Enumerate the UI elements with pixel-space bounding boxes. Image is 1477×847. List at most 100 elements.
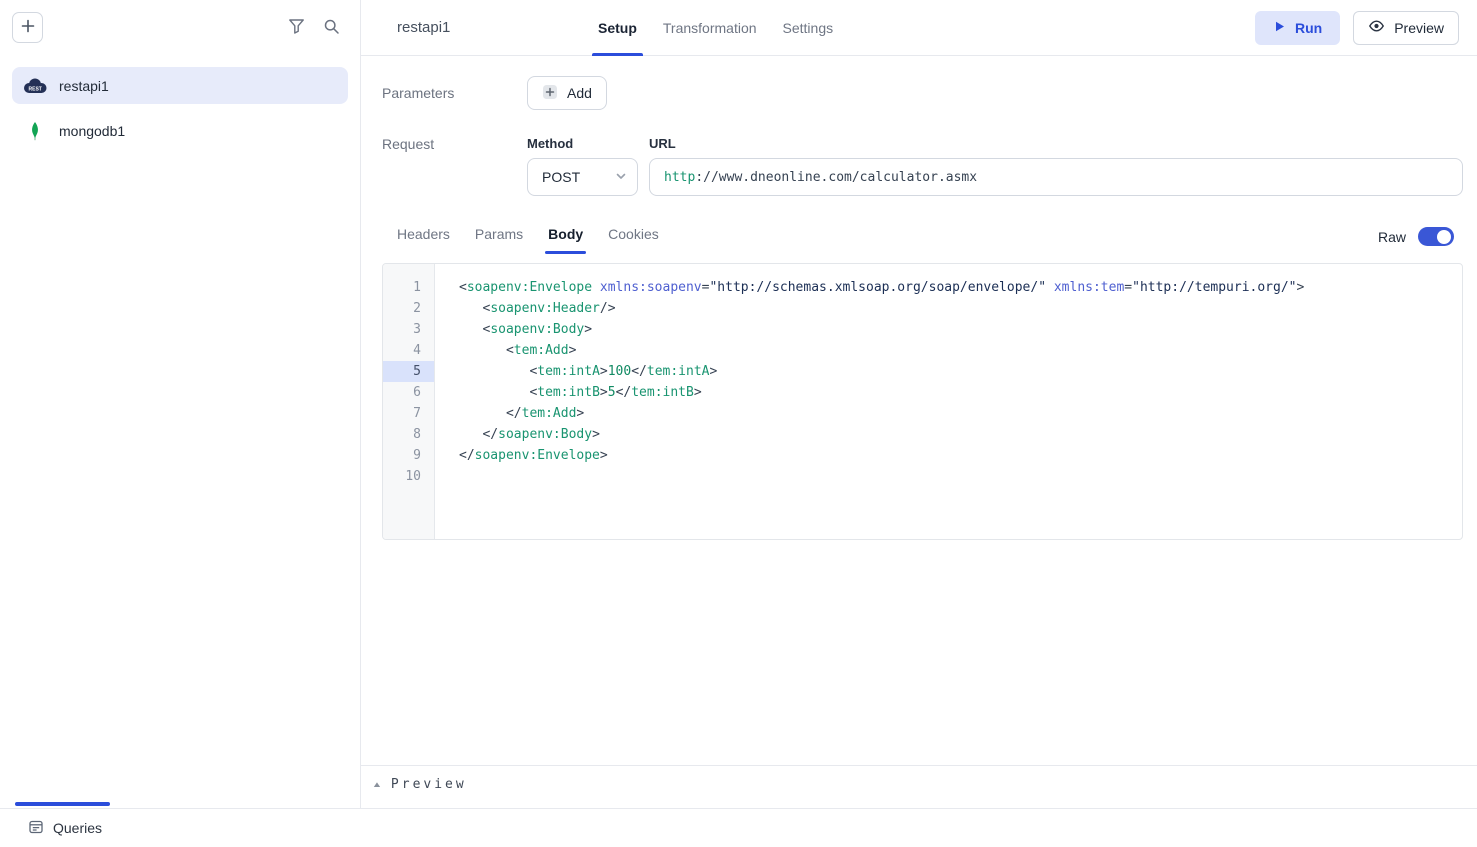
add-parameter-button[interactable]: Add xyxy=(527,76,607,110)
code-token: "http://tempuri.org/" xyxy=(1132,280,1296,295)
code-editor-gutter: 12345678910 xyxy=(383,264,435,539)
code-token: xmlns:tem xyxy=(1054,280,1124,295)
raw-toggle-group: Raw xyxy=(1378,227,1454,246)
request-label: Request xyxy=(382,136,527,152)
code-token: tem:Add xyxy=(522,406,577,421)
code-token: > xyxy=(600,448,608,463)
code-line[interactable]: </soapenv:Body> xyxy=(459,424,1462,445)
tab-headers[interactable]: Headers xyxy=(397,226,450,254)
code-token: tem:intA xyxy=(537,364,600,379)
request-fields: Method POST URL http://www.dneonline.com… xyxy=(527,136,1463,196)
code-token: "http://schemas.xmlsoap.org/soap/envelop… xyxy=(709,280,1046,295)
code-token: tem:Add xyxy=(514,343,569,358)
code-token: </ xyxy=(459,427,498,442)
method-value: POST xyxy=(542,169,580,185)
line-number: 10 xyxy=(383,466,434,487)
play-icon xyxy=(1273,20,1286,36)
toggle-knob xyxy=(1437,230,1451,244)
sidebar-item-restapi1[interactable]: REST restapi1 xyxy=(12,67,348,104)
code-token: </ xyxy=(459,406,522,421)
main-header: restapi1 Setup Transformation Settings R… xyxy=(361,0,1477,56)
active-tab-indicator xyxy=(15,802,110,806)
search-button[interactable] xyxy=(323,18,340,38)
code-token: http xyxy=(664,170,695,185)
request-subtabs: Headers Params Body Cookies xyxy=(397,226,659,254)
tab-settings[interactable]: Settings xyxy=(783,0,834,55)
code-line[interactable]: </tem:Add> xyxy=(459,403,1462,424)
code-line[interactable]: <soapenv:Envelope xmlns:soapenv="http://… xyxy=(459,277,1462,298)
code-token: > xyxy=(694,385,702,400)
code-token: tem:intB xyxy=(537,385,600,400)
code-line[interactable]: <tem:intA>100</tem:intA> xyxy=(459,361,1462,382)
preview-button[interactable]: Preview xyxy=(1353,11,1459,45)
method-select[interactable]: POST xyxy=(527,158,638,196)
sidebar-item-mongodb1[interactable]: mongodb1 xyxy=(12,112,348,149)
raw-toggle[interactable] xyxy=(1418,227,1454,246)
query-list: REST restapi1 mongodb1 xyxy=(0,55,360,149)
main-panel: restapi1 Setup Transformation Settings R… xyxy=(360,0,1477,847)
tab-params[interactable]: Params xyxy=(475,226,523,254)
tab-label: Transformation xyxy=(663,20,757,36)
line-number: 1 xyxy=(383,277,434,298)
line-number: 8 xyxy=(383,424,434,445)
tab-setup[interactable]: Setup xyxy=(598,0,637,55)
code-token: </ xyxy=(459,448,475,463)
code-token: > xyxy=(1297,280,1305,295)
run-button-label: Run xyxy=(1295,20,1322,36)
filter-button[interactable] xyxy=(288,18,305,37)
tab-queries[interactable]: Queries xyxy=(28,819,102,838)
preview-panel-label: Preview xyxy=(391,777,467,792)
code-token: soapenv:Body xyxy=(498,427,592,442)
url-input[interactable]: http://www.dneonline.com/calculator.asmx xyxy=(649,158,1463,196)
code-token: < xyxy=(459,385,537,400)
code-editor-lines[interactable]: <soapenv:Envelope xmlns:soapenv="http://… xyxy=(435,264,1462,539)
code-token: ://www.dneonline.com/calculator.asmx xyxy=(695,170,977,185)
response-preview-bar[interactable]: ▲ Preview xyxy=(361,765,1477,792)
code-editor[interactable]: 12345678910 < soapenv:Envelope xmlns:soap… xyxy=(382,263,1463,540)
queries-icon xyxy=(28,819,44,838)
request-subtabs-row: Headers Params Body Cookies Raw xyxy=(382,226,1463,254)
code-token: soapenv:Envelope xyxy=(475,448,600,463)
code-token: 100 xyxy=(608,364,631,379)
code-token: /> xyxy=(600,301,616,316)
code-token: = xyxy=(1124,280,1132,295)
run-button[interactable]: Run xyxy=(1255,11,1340,45)
line-number: 2 xyxy=(383,298,434,319)
code-token: </ xyxy=(616,385,632,400)
tab-cookies[interactable]: Cookies xyxy=(608,226,659,254)
main-tabs: Setup Transformation Settings xyxy=(598,0,833,55)
tab-transformation[interactable]: Transformation xyxy=(663,0,757,55)
eye-icon xyxy=(1368,18,1385,37)
sidebar-item-label: mongodb1 xyxy=(59,123,125,139)
raw-label: Raw xyxy=(1378,229,1406,245)
code-token: xmlns:soapenv xyxy=(600,280,702,295)
method-label: Method xyxy=(527,136,638,151)
code-line[interactable]: <tem:Add> xyxy=(459,340,1462,361)
sidebar: REST restapi1 mongodb1 xyxy=(0,0,360,847)
url-field: URL http://www.dneonline.com/calculator.… xyxy=(649,136,1463,196)
code-line[interactable]: </soapenv:Envelope> xyxy=(459,445,1462,466)
chevron-down-icon xyxy=(613,168,629,187)
line-number: 5 xyxy=(383,361,434,382)
method-field: Method POST xyxy=(527,136,638,196)
chevron-up-icon: ▲ xyxy=(372,780,383,789)
add-query-button[interactable] xyxy=(12,12,43,43)
code-line[interactable]: <soapenv:Header/> xyxy=(459,298,1462,319)
code-line[interactable]: <tem:intB>5</tem:intB> xyxy=(459,382,1462,403)
line-number: 3 xyxy=(383,319,434,340)
code-token: tem:intB xyxy=(631,385,694,400)
code-token: > xyxy=(600,364,608,379)
tab-label: Settings xyxy=(783,20,834,36)
code-token: soapenv:Header xyxy=(490,301,600,316)
filter-icon xyxy=(288,18,305,37)
code-token: < xyxy=(459,343,514,358)
svg-text:REST: REST xyxy=(29,87,42,93)
rest-api-icon: REST xyxy=(22,77,48,94)
code-token: > xyxy=(584,322,592,337)
add-parameter-label: Add xyxy=(567,85,592,101)
code-line[interactable]: <soapenv:Body> xyxy=(459,319,1462,340)
tab-body[interactable]: Body xyxy=(548,226,583,254)
search-icon xyxy=(323,18,340,38)
line-number: 7 xyxy=(383,403,434,424)
code-line[interactable] xyxy=(459,466,1462,487)
